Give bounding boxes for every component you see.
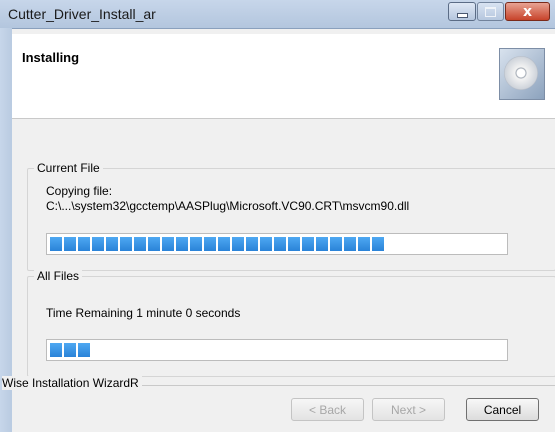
wizard-header: Installing bbox=[12, 34, 555, 119]
all-files-group: All Files Time Remaining 1 minute 0 seco… bbox=[27, 269, 555, 377]
file-progress-segment bbox=[232, 237, 244, 251]
overall-progress-segment bbox=[50, 343, 62, 357]
file-progress-segment bbox=[330, 237, 342, 251]
file-progress-segment bbox=[134, 237, 146, 251]
file-progress-segment bbox=[106, 237, 118, 251]
maximize-button bbox=[477, 2, 504, 21]
close-button[interactable]: x bbox=[505, 2, 550, 21]
file-progress-segment bbox=[176, 237, 188, 251]
file-progress-segment bbox=[92, 237, 104, 251]
overall-progress-segment bbox=[78, 343, 90, 357]
file-progress-segment bbox=[204, 237, 216, 251]
installer-window: Cutter_Driver_Install_ar x Installing Cu… bbox=[0, 0, 555, 432]
file-progress-segment bbox=[344, 237, 356, 251]
page-title: Installing bbox=[22, 50, 80, 65]
current-file-group: Current File Copying file: C:\...\system… bbox=[27, 161, 555, 271]
file-progress-segment bbox=[358, 237, 370, 251]
maximize-icon bbox=[485, 6, 496, 17]
wizard-brand-label: Wise Installation WizardR bbox=[2, 376, 142, 390]
copying-label: Copying file: bbox=[46, 184, 113, 198]
file-progress-segment bbox=[148, 237, 160, 251]
file-progress-segment bbox=[64, 237, 76, 251]
cd-disc-icon bbox=[499, 48, 545, 100]
file-progress-segment bbox=[162, 237, 174, 251]
window-frame-left bbox=[0, 28, 12, 432]
back-button[interactable]: < Back bbox=[291, 398, 364, 421]
file-progress-segment bbox=[190, 237, 202, 251]
all-files-legend: All Files bbox=[34, 269, 83, 283]
time-remaining-text: Time Remaining 1 minute 0 seconds bbox=[46, 306, 241, 320]
file-progress-segment bbox=[288, 237, 300, 251]
file-progress-segment bbox=[246, 237, 258, 251]
disc-graphic bbox=[504, 56, 538, 90]
close-icon: x bbox=[522, 3, 533, 20]
minimize-button[interactable] bbox=[448, 2, 476, 21]
file-progress-segment bbox=[372, 237, 384, 251]
current-file-legend: Current File bbox=[34, 161, 103, 175]
overall-progress-bar bbox=[46, 339, 508, 361]
overall-progress-segment bbox=[64, 343, 76, 357]
file-progress-segment bbox=[316, 237, 328, 251]
file-progress-segment bbox=[218, 237, 230, 251]
cancel-button[interactable]: Cancel bbox=[466, 398, 539, 421]
title-bar[interactable]: Cutter_Driver_Install_ar x bbox=[0, 0, 555, 29]
next-button[interactable]: Next > bbox=[372, 398, 445, 421]
file-progress-segment bbox=[78, 237, 90, 251]
file-progress-segment bbox=[260, 237, 272, 251]
file-path: C:\...\system32\gcctemp\AASPlug\Microsof… bbox=[46, 199, 410, 213]
file-progress-segment bbox=[50, 237, 62, 251]
file-progress-segment bbox=[274, 237, 286, 251]
file-progress-bar bbox=[46, 233, 508, 255]
file-progress-segment bbox=[120, 237, 132, 251]
window-title: Cutter_Driver_Install_ar bbox=[8, 6, 156, 22]
minimize-icon bbox=[456, 12, 468, 18]
file-progress-segment bbox=[302, 237, 314, 251]
